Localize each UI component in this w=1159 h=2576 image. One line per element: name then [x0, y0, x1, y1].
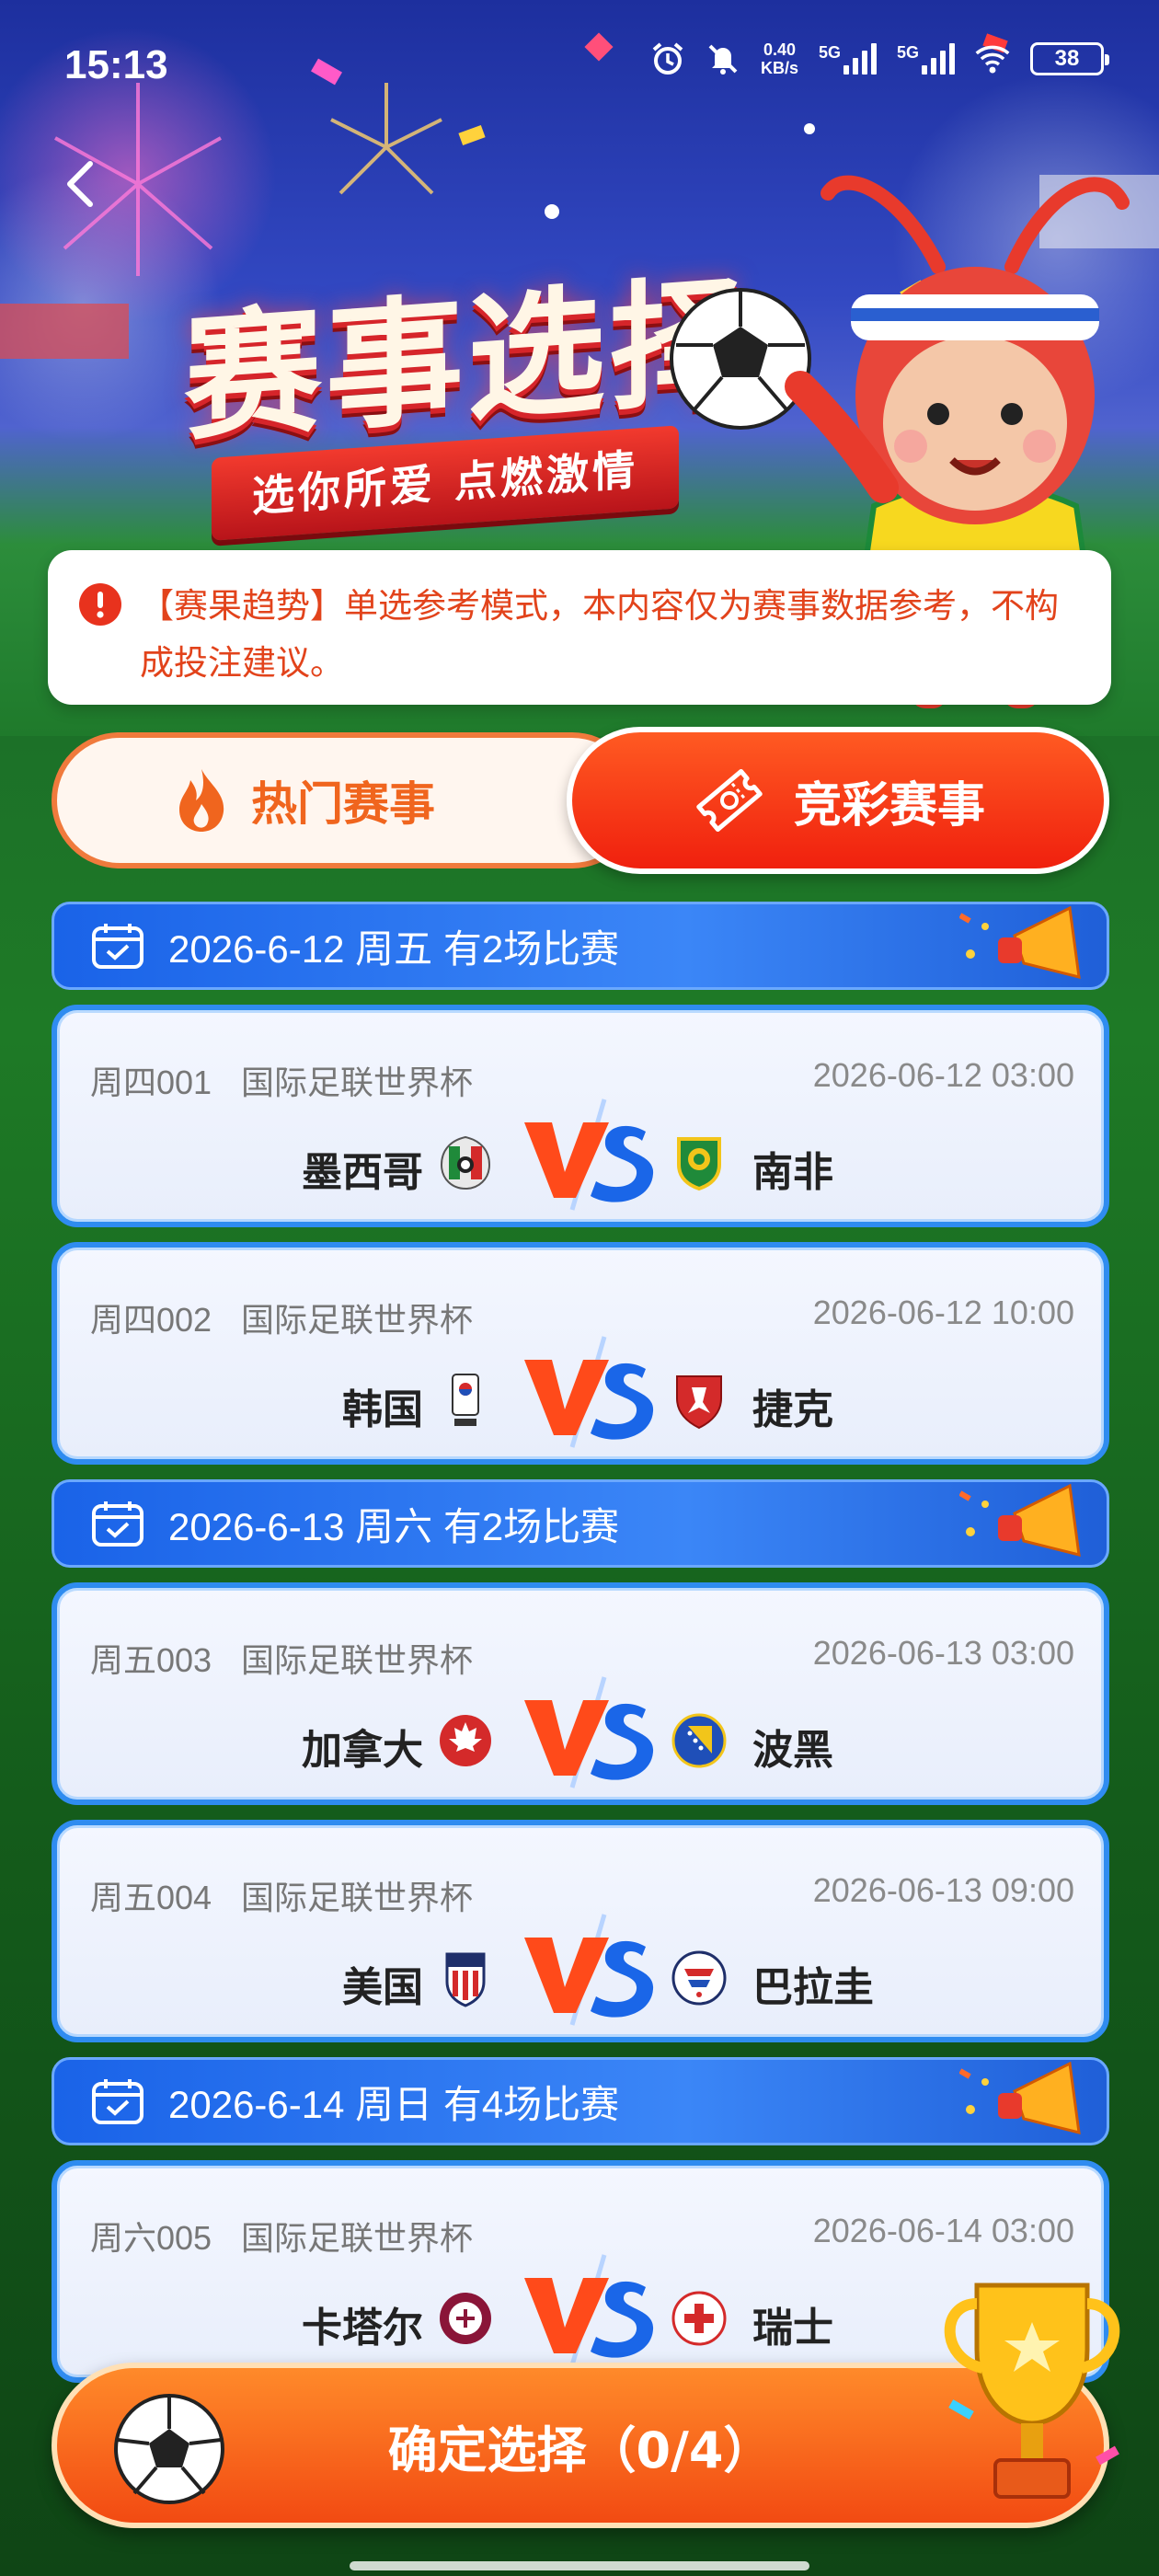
net-speed-unit: KB/s	[760, 59, 798, 77]
match-league: 国际足联世界杯	[241, 1302, 474, 1340]
bosnia-crest-icon	[671, 1713, 727, 1768]
calendar-icon	[92, 1501, 143, 1547]
calendar-icon	[92, 2079, 143, 2124]
match-league: 国际足联世界杯	[241, 1880, 474, 1917]
match-time: 2026-06-13 03:00	[812, 1634, 1074, 1672]
notice-text: 【赛果趋势】单选参考模式，本内容仅为赛事数据参考，不构成投注建议。	[140, 586, 1059, 683]
date-group-header: 2026-6-12 周五 有2场比赛	[52, 902, 1109, 990]
vs-badge-icon	[524, 1336, 654, 1448]
soccer-ball-icon	[114, 2394, 224, 2504]
alarm-icon	[650, 41, 685, 76]
czech-crest-icon	[676, 1375, 722, 1430]
signal-bars-icon	[922, 43, 955, 75]
match-card[interactable]: 周四002 国际足联世界杯 2026-06-12 10:00 韩国 捷克	[52, 1242, 1109, 1465]
net-speed: 0.40 KB/s	[761, 40, 798, 77]
match-code: 周六005	[90, 2219, 212, 2257]
confirm-selection-button[interactable]: 确定选择（0/4）	[52, 2283, 1120, 2528]
mexico-crest-icon	[440, 1135, 491, 1190]
status-icons: 0.40 KB/s 5G 5G 38	[650, 40, 1109, 77]
match-time: 2026-06-14 03:00	[812, 2212, 1074, 2249]
status-bar: 15:13 0.40 KB/s 5G 5G 38	[0, 0, 1159, 129]
trophy-icon	[944, 2283, 1120, 2499]
ticket-icon	[696, 768, 763, 833]
net-speed-value: 0.40	[763, 40, 796, 59]
megaphone-icon	[959, 1483, 1081, 1557]
mute-icon	[706, 41, 740, 76]
match-code: 周四002	[90, 1301, 212, 1339]
match-league: 国际足联世界杯	[241, 1064, 474, 1102]
back-button[interactable]	[55, 156, 110, 212]
south-africa-crest-icon	[677, 1137, 721, 1191]
match-time: 2026-06-12 03:00	[812, 1056, 1074, 1094]
canada-crest-icon	[440, 1715, 491, 1766]
vs-badge-icon	[524, 1676, 654, 1788]
paraguay-crest-icon	[671, 1950, 727, 2006]
signal-sim1: 5G	[819, 43, 877, 75]
qatar-crest-icon	[440, 2293, 491, 2344]
switzerland-crest-icon	[671, 2291, 727, 2346]
sim1-label: 5G	[818, 43, 841, 62]
disclaimer-notice: 【赛果趋势】单选参考模式，本内容仅为赛事数据参考，不构成投注建议。	[48, 550, 1111, 705]
away-team: 南非	[752, 1149, 833, 1196]
home-team: 墨西哥	[302, 1149, 423, 1196]
match-time: 2026-06-13 09:00	[812, 1871, 1074, 1909]
tab-lottery-label: 竞彩赛事	[793, 777, 985, 834]
home-team: 卡塔尔	[302, 2305, 423, 2352]
date-group-label: 2026-6-14 周日 有4场比赛	[168, 2082, 620, 2126]
away-team: 捷克	[752, 1386, 833, 1433]
match-time: 2026-06-12 10:00	[812, 1294, 1074, 1331]
match-card[interactable]: 周五004 国际足联世界杯 2026-06-13 09:00 美国 巴拉圭	[52, 1820, 1109, 2042]
info-icon	[79, 583, 121, 626]
match-code: 周四001	[90, 1064, 212, 1101]
chevron-left-icon	[67, 161, 93, 207]
date-group-label: 2026-6-12 周五 有2场比赛	[168, 926, 620, 971]
match-code: 周五004	[90, 1879, 212, 1916]
usa-crest-icon	[445, 1952, 486, 2007]
home-team: 美国	[342, 1964, 423, 2011]
wifi-icon	[975, 41, 1010, 76]
korea-crest-icon	[452, 1374, 479, 1426]
match-card[interactable]: 周四001 国际足联世界杯 2026-06-12 03:00 墨西哥 南非	[52, 1005, 1109, 1227]
tab-hot-matches[interactable]: 热门赛事	[52, 732, 640, 868]
match-list: 2026-6-12 周五 有2场比赛 周四001 国际足联世界杯 2026-06…	[52, 902, 1109, 2398]
match-code: 周五003	[90, 1641, 212, 1679]
tab-bar: 热门赛事 竞彩赛事	[52, 727, 1109, 874]
tab-hot-label: 热门赛事	[251, 777, 435, 831]
status-time: 15:13	[64, 42, 168, 87]
tab-lottery-matches[interactable]: 竞彩赛事	[567, 727, 1109, 874]
megaphone-icon	[959, 2061, 1081, 2134]
calendar-icon	[92, 924, 143, 969]
megaphone-icon	[959, 905, 1081, 979]
signal-bars-icon	[843, 43, 877, 75]
battery-level: 38	[1054, 46, 1080, 71]
sim2-label: 5G	[896, 43, 919, 62]
match-card[interactable]: 周五003 国际足联世界杯 2026-06-13 03:00 加拿大 波黑	[52, 1582, 1109, 1805]
vs-badge-icon	[524, 1914, 654, 2026]
home-indicator[interactable]	[350, 2561, 809, 2570]
away-team: 巴拉圭	[752, 1964, 874, 2011]
vs-badge-icon	[524, 2254, 654, 2366]
date-group-header: 2026-6-14 周日 有4场比赛	[52, 2057, 1109, 2145]
confirm-label: 确定选择（0/4）	[387, 2421, 774, 2479]
date-group-header: 2026-6-13 周六 有2场比赛	[52, 1479, 1109, 1568]
flame-icon	[179, 769, 224, 832]
date-group-label: 2026-6-13 周六 有2场比赛	[168, 1504, 620, 1548]
match-league: 国际足联世界杯	[241, 2220, 474, 2258]
match-league: 国际足联世界杯	[241, 1642, 474, 1680]
home-team: 韩国	[342, 1386, 423, 1433]
battery-icon: 38	[1030, 42, 1109, 75]
home-team: 加拿大	[302, 1727, 423, 1774]
vs-badge-icon	[524, 1098, 654, 1211]
away-team: 瑞士	[752, 2305, 833, 2352]
away-team: 波黑	[752, 1727, 833, 1774]
signal-sim2: 5G	[897, 43, 955, 75]
